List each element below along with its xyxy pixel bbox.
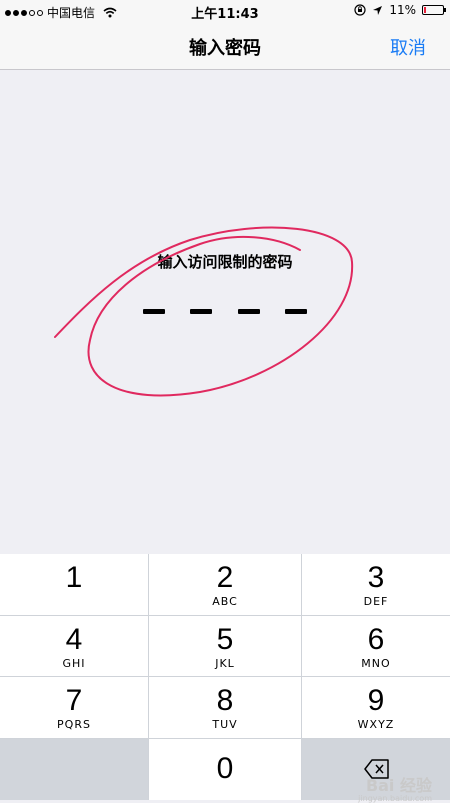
watermark-url: jingyan.baidu.com: [358, 794, 432, 803]
battery-icon: [422, 5, 446, 15]
key-digit: 1: [65, 561, 83, 594]
key-1[interactable]: 1: [0, 554, 148, 615]
key-digit: 6: [367, 623, 385, 656]
key-letters: TUV: [212, 718, 238, 731]
key-6[interactable]: 6 MNO: [302, 616, 450, 676]
watermark-brand: Bai 经验: [365, 776, 432, 795]
passcode-slots: [143, 309, 307, 315]
cancel-button[interactable]: 取消: [390, 34, 426, 60]
rotation-lock-icon: [354, 4, 366, 16]
key-digit: 0: [216, 752, 234, 785]
key-digit: 9: [367, 684, 385, 717]
key-letters: PQRS: [57, 718, 91, 731]
battery-percent: 11%: [389, 3, 416, 17]
key-digit: 3: [367, 561, 385, 594]
key-letters: GHI: [62, 657, 86, 670]
key-digit: 4: [65, 623, 83, 656]
status-bar-right: 11%: [354, 3, 446, 17]
key-8[interactable]: 8 TUV: [149, 677, 301, 738]
page-title: 输入密码: [189, 38, 261, 59]
delete-key[interactable]: Bai 经验 jingyan.baidu.com: [302, 739, 450, 803]
key-letters: WXYZ: [357, 718, 395, 731]
key-digit: 8: [216, 684, 234, 717]
passcode-slot: [238, 309, 260, 314]
key-2[interactable]: 2 ABC: [149, 554, 301, 615]
numeric-keypad: 1 2 ABC 3 DEF 4 GHI 5 JKL 6 MNO 7 PQRS 8…: [0, 554, 450, 803]
battery-fill: [424, 7, 426, 13]
key-7[interactable]: 7 PQRS: [0, 677, 148, 738]
key-5[interactable]: 5 JKL: [149, 616, 301, 676]
passcode-slot: [190, 309, 212, 314]
key-3[interactable]: 3 DEF: [302, 554, 450, 615]
key-9[interactable]: 9 WXYZ: [302, 677, 450, 738]
status-bar: 中国电信 上午11:43 11%: [0, 0, 450, 22]
passcode-slot: [143, 309, 165, 314]
passcode-slot: [285, 309, 307, 314]
navigation-bar: 输入密码 取消: [0, 22, 450, 70]
key-blank: [0, 739, 148, 800]
key-digit: 7: [65, 684, 83, 717]
key-letters: JKL: [215, 657, 235, 670]
key-letters: DEF: [363, 595, 389, 608]
key-letters: ABC: [212, 595, 238, 608]
key-digit: 5: [216, 623, 234, 656]
key-4[interactable]: 4 GHI: [0, 616, 148, 676]
passcode-prompt: 输入访问限制的密码: [157, 253, 293, 271]
key-digit: 2: [216, 561, 234, 594]
key-0[interactable]: 0: [149, 739, 301, 800]
key-letters: MNO: [361, 657, 391, 670]
location-arrow-icon: [373, 5, 383, 15]
